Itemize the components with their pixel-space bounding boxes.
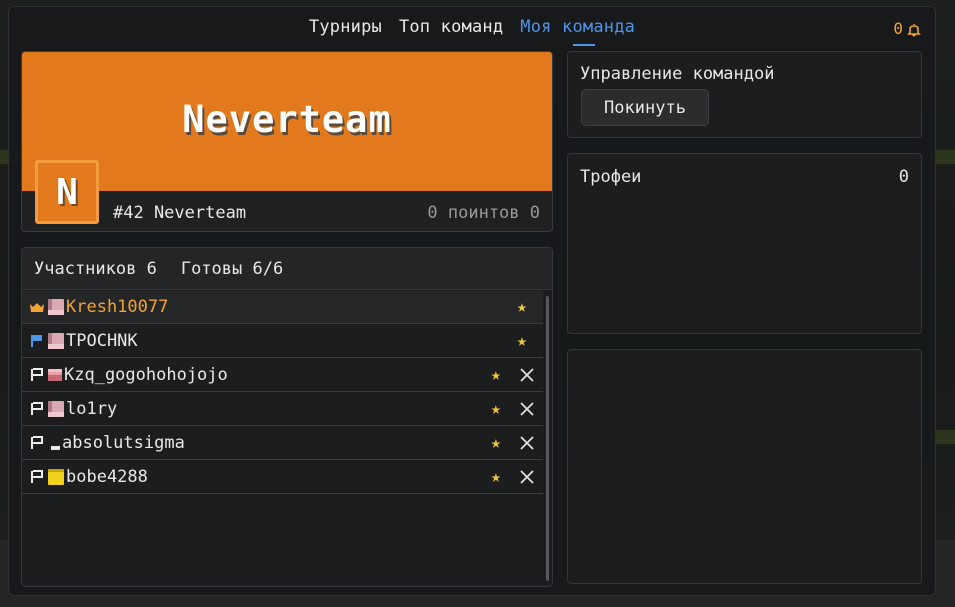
kick-icon[interactable]	[519, 367, 535, 383]
team-card: Neverteam N #42 Neverteam 0 поинтов 0	[21, 51, 553, 232]
kick-icon[interactable]	[519, 401, 535, 417]
member-row[interactable]: lo1ry ★	[22, 393, 543, 426]
members-scrollbar[interactable]	[546, 296, 549, 581]
tab-tournaments[interactable]: Турниры	[309, 17, 382, 43]
team-banner: Neverteam	[22, 52, 552, 191]
team-title: Neverteam	[182, 98, 392, 141]
members-ready: Готовы 6/6	[180, 258, 284, 279]
member-name: Kzq_gogohohojojo	[64, 365, 228, 385]
star-icon[interactable]: ★	[491, 365, 501, 385]
member-row[interactable]: bobe4288 ★	[22, 461, 543, 494]
member-name: absolutsigma	[62, 433, 185, 453]
team-points: 0 поинтов 0	[427, 203, 540, 223]
members-panel: Участников 6 Готовы 6/6 Kresh10077 ★ TPO…	[21, 247, 553, 587]
star-icon[interactable]: ★	[491, 399, 501, 419]
top-nav: Турниры Топ команд Моя команда	[9, 17, 935, 46]
empty-panel	[567, 349, 922, 584]
pink-head-icon	[48, 401, 64, 417]
members-count: Участников 6	[34, 258, 157, 279]
trophies-count: 0	[898, 167, 909, 187]
bell-icon	[907, 22, 921, 36]
team-window: Турниры Топ команд Моя команда 0 Neverte…	[8, 6, 936, 596]
tab-my-team[interactable]: Моя команда	[520, 17, 635, 46]
white-flag-icon	[29, 435, 45, 451]
leave-team-button[interactable]: Покинуть	[581, 89, 709, 126]
pig-head-icon	[48, 369, 62, 381]
team-avatar-letter: N	[56, 171, 78, 213]
team-avatar: N	[35, 160, 99, 224]
notifications-button[interactable]: 0	[893, 19, 921, 38]
white-flag-icon	[29, 469, 45, 485]
white-flag-icon	[29, 401, 45, 417]
white-flag-icon	[29, 367, 45, 383]
member-name: lo1ry	[66, 399, 118, 419]
kick-icon[interactable]	[519, 469, 535, 485]
members-header: Участников 6 Готовы 6/6	[22, 248, 552, 290]
management-title: Управление командой	[580, 64, 775, 84]
dark-head-icon	[48, 436, 60, 450]
member-row[interactable]: Kresh10077 ★	[22, 291, 543, 324]
star-icon[interactable]: ★	[491, 467, 501, 487]
team-rank: #42 Neverteam	[113, 203, 247, 223]
yellow-head-icon	[48, 469, 64, 485]
star-icon[interactable]: ★	[517, 331, 527, 351]
member-row[interactable]: TPOCHNK ★	[22, 325, 543, 358]
member-row[interactable]: Kzq_gogohohojojo ★	[22, 359, 543, 392]
crown-icon	[29, 299, 45, 315]
team-management-panel: Управление командой Покинуть	[567, 51, 922, 138]
trophies-title: Трофеи	[580, 167, 642, 187]
pink-head-icon	[48, 333, 64, 349]
member-name: Kresh10077	[66, 297, 169, 317]
tab-top-teams[interactable]: Топ команд	[399, 17, 503, 43]
star-icon[interactable]: ★	[491, 433, 501, 453]
member-name: TPOCHNK	[66, 331, 138, 351]
trophies-panel: Трофеи 0	[567, 153, 922, 334]
star-icon[interactable]: ★	[517, 297, 527, 317]
member-name: bobe4288	[66, 467, 148, 487]
pink-head-icon	[48, 299, 64, 315]
notifications-count: 0	[893, 19, 903, 38]
member-row[interactable]: absolutsigma ★	[22, 427, 543, 460]
blue-flag-icon	[29, 333, 45, 349]
kick-icon[interactable]	[519, 435, 535, 451]
